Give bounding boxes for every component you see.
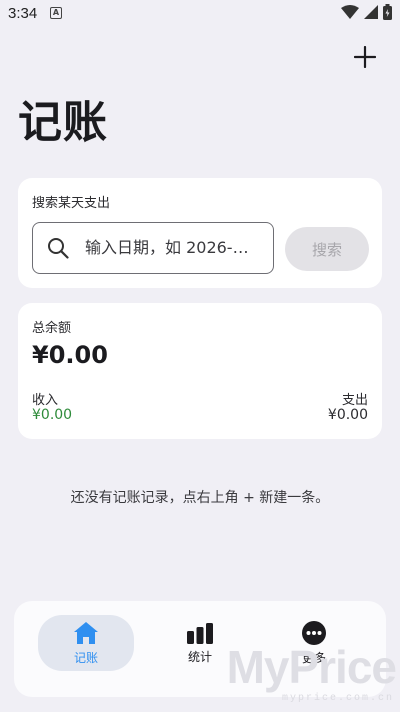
- expense-label: 支出: [341, 393, 368, 408]
- status-bar: 3:34 A: [0, 0, 400, 28]
- balance-card: 总余额 ¥0.00 收入 ¥0.00 支出 ¥0.00: [18, 303, 382, 439]
- search-label: 搜索某天支出: [32, 196, 111, 211]
- battery-icon: [383, 4, 392, 20]
- expense-value: ¥0.00: [327, 407, 368, 423]
- add-button[interactable]: [350, 42, 380, 72]
- nav-label-stats: 统计: [187, 649, 212, 664]
- search-icon: [48, 238, 69, 259]
- total-balance-label: 总余额: [32, 321, 72, 336]
- empty-state-text: 还没有记账记录，点右上角 + 新建一条。: [70, 490, 330, 506]
- search-card: 搜索某天支出 搜索: [18, 178, 382, 288]
- nav-label-records: 记账: [73, 650, 98, 665]
- status-icons: [341, 4, 392, 20]
- income-label: 收入: [32, 393, 59, 408]
- wifi-icon: [341, 5, 359, 19]
- plus-icon: [354, 46, 376, 68]
- search-box[interactable]: [32, 222, 274, 274]
- status-time: 3:34: [8, 5, 38, 22]
- home-icon: [74, 621, 98, 644]
- total-balance-value: ¥0.00: [32, 341, 108, 369]
- signal-icon: [364, 5, 378, 19]
- watermark: MyPrice myprice.com.cn: [224, 640, 400, 712]
- search-button[interactable]: 搜索: [285, 227, 369, 271]
- page-title: 记账: [18, 97, 108, 148]
- watermark-url: myprice.com.cn: [281, 693, 394, 704]
- search-input[interactable]: [85, 223, 267, 272]
- bar-chart-icon: [187, 622, 213, 644]
- watermark-logo: MyPrice: [226, 641, 397, 693]
- nav-item-records[interactable]: 记账: [38, 615, 134, 671]
- notification-icon: A: [50, 7, 62, 19]
- income-value: ¥0.00: [32, 407, 73, 423]
